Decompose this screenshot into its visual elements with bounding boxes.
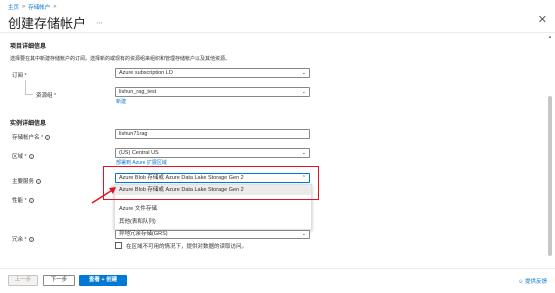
region-value: (US) Central US xyxy=(119,150,159,156)
read-access-checkbox-label: 在区域不可用的情况下，提供对数据的读取访问。 xyxy=(126,244,248,250)
previous-button[interactable]: 上一步 xyxy=(8,275,38,286)
subscription-label: 订阅 * xyxy=(12,73,27,79)
breadcrumb-separator: > xyxy=(22,4,26,10)
storage-account-name-value: lishun71rag xyxy=(119,131,148,137)
primary-service-label: 主要服务 i xyxy=(12,177,42,185)
info-icon[interactable]: i xyxy=(28,198,34,204)
project-description: 选择要在其中新建存储帐户的订阅。选择新的或现有的资源组来组织和管理存储帐户以及其… xyxy=(10,56,231,62)
redundancy-label: 冗余 * i xyxy=(12,235,34,243)
create-new-resource-group-link[interactable]: 新建 xyxy=(116,98,126,105)
region-label: 区域 * i xyxy=(12,152,34,160)
tree-line xyxy=(25,94,33,95)
region-select[interactable]: (US) Central US ⌄ xyxy=(115,148,310,158)
dropdown-option-files[interactable]: Azure 文件存储 xyxy=(115,204,311,212)
chevron-down-icon: ⌄ xyxy=(301,89,306,95)
more-options-icon[interactable]: ⋯ xyxy=(96,19,103,27)
storage-account-name-input[interactable]: lishun71rag xyxy=(115,129,310,139)
chevron-down-icon: ⌄ xyxy=(301,150,306,156)
redundancy-select[interactable]: 异地冗余存储(GRS) ⌄ xyxy=(115,230,310,239)
info-icon[interactable]: i xyxy=(45,135,51,141)
breadcrumb-storage-accounts[interactable]: 存储帐户 xyxy=(28,3,50,11)
breadcrumb-separator: > xyxy=(53,4,57,10)
instance-details-heading: 实例详细信息 xyxy=(10,121,47,127)
page-title: 创建存储帐户 xyxy=(8,16,87,31)
subscription-value: Azure subscription LD xyxy=(119,70,173,76)
scroll-up-icon[interactable]: ▲ xyxy=(548,34,552,39)
chevron-down-icon: ⌄ xyxy=(301,231,306,237)
resource-group-value: lishun_rag_test xyxy=(119,89,157,95)
resource-group-label: 资源组 * xyxy=(36,93,57,99)
info-icon[interactable]: i xyxy=(36,179,42,185)
deploy-extended-zone-link[interactable]: 部署到 Azure 扩展区域 xyxy=(116,159,167,166)
divider xyxy=(0,268,555,269)
feedback-icon: ☺ xyxy=(517,279,524,285)
feedback-link[interactable]: ☺ 提供反馈 xyxy=(518,277,547,285)
performance-label: 性能 * i xyxy=(12,196,34,204)
storage-account-name-label: 存储帐户名 * i xyxy=(12,133,51,141)
breadcrumb: 主页 > 存储帐户 > xyxy=(8,3,56,11)
read-access-checkbox[interactable] xyxy=(115,242,122,249)
close-icon[interactable]: ✕ xyxy=(538,13,547,26)
redundancy-value: 异地冗余存储(GRS) xyxy=(119,231,168,237)
divider xyxy=(0,32,555,33)
resource-group-select[interactable]: lishun_rag_test ⌄ xyxy=(115,87,310,97)
info-icon[interactable]: i xyxy=(28,237,34,243)
feedback-label: 提供反馈 xyxy=(524,279,547,285)
scrollbar-thumb[interactable] xyxy=(548,96,552,256)
review-create-button[interactable]: 查看 + 创建 xyxy=(79,275,127,286)
arrow-annotation-icon xyxy=(91,187,116,204)
chevron-down-icon: ⌄ xyxy=(301,70,306,76)
tree-line xyxy=(25,80,26,94)
next-button[interactable]: 下一步 xyxy=(43,275,75,286)
subscription-select[interactable]: Azure subscription LD ⌄ xyxy=(115,68,310,78)
info-icon[interactable]: i xyxy=(28,154,34,160)
project-details-heading: 项目详细信息 xyxy=(10,44,47,50)
breadcrumb-home[interactable]: 主页 xyxy=(8,3,19,11)
highlight-box xyxy=(103,166,319,200)
dropdown-option-other[interactable]: 其他(表和队列) xyxy=(115,217,311,225)
